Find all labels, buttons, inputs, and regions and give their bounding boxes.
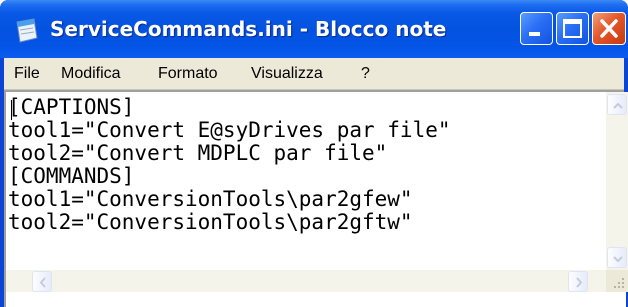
notepad-window: ServiceCommands.ini - Blocco note File M… xyxy=(0,0,628,307)
menu-help[interactable]: ? xyxy=(361,58,370,90)
minimize-button[interactable] xyxy=(520,12,553,45)
scroll-up-button[interactable] xyxy=(607,94,627,115)
chevron-down-icon xyxy=(613,256,623,263)
menu-file[interactable]: File xyxy=(14,58,40,90)
editor-line: tool1="Convert E@syDrives par file" xyxy=(8,118,451,142)
window-title: ServiceCommands.ini - Blocco note xyxy=(50,17,447,41)
editor-area[interactable]: [CAPTIONS] tool1="Convert E@syDrives par… xyxy=(4,90,628,307)
menu-modifica[interactable]: Modifica xyxy=(61,58,121,90)
resize-grip[interactable] xyxy=(606,270,628,292)
vertical-scrollbar[interactable] xyxy=(606,92,628,270)
menu-visualizza[interactable]: Visualizza xyxy=(251,58,323,90)
resize-grip-icon xyxy=(614,278,624,288)
chevron-right-icon xyxy=(576,277,583,288)
maximize-button[interactable] xyxy=(556,12,589,45)
close-button[interactable] xyxy=(592,12,626,45)
horizontal-scrollbar[interactable] xyxy=(6,270,606,292)
editor-line: tool2="ConversionTools\par2gftw" xyxy=(8,210,413,234)
chevron-left-icon xyxy=(39,277,46,288)
close-icon xyxy=(600,19,618,38)
menu-formato[interactable]: Formato xyxy=(158,58,218,90)
menu-bar: File Modifica Formato Visualizza ? xyxy=(4,58,624,90)
editor-line: tool1="ConversionTools\par2gfew" xyxy=(8,187,413,211)
scroll-down-button[interactable] xyxy=(607,247,627,268)
maximize-icon xyxy=(563,19,582,38)
editor-line: [COMMANDS] xyxy=(8,164,135,188)
title-bar[interactable]: ServiceCommands.ini - Blocco note xyxy=(0,0,628,58)
chevron-up-icon xyxy=(613,102,623,109)
scroll-left-button[interactable] xyxy=(32,271,52,292)
editor-bottom-padding xyxy=(6,292,626,307)
text-caret xyxy=(11,100,12,120)
notepad-icon xyxy=(16,18,38,43)
text-editor[interactable]: [CAPTIONS] tool1="Convert E@syDrives par… xyxy=(8,96,596,266)
editor-line: tool2="Convert MDPLC par file" xyxy=(8,141,388,165)
scroll-right-button[interactable] xyxy=(568,271,588,292)
minimize-icon xyxy=(529,32,540,36)
editor-line: [CAPTIONS] xyxy=(8,96,135,119)
